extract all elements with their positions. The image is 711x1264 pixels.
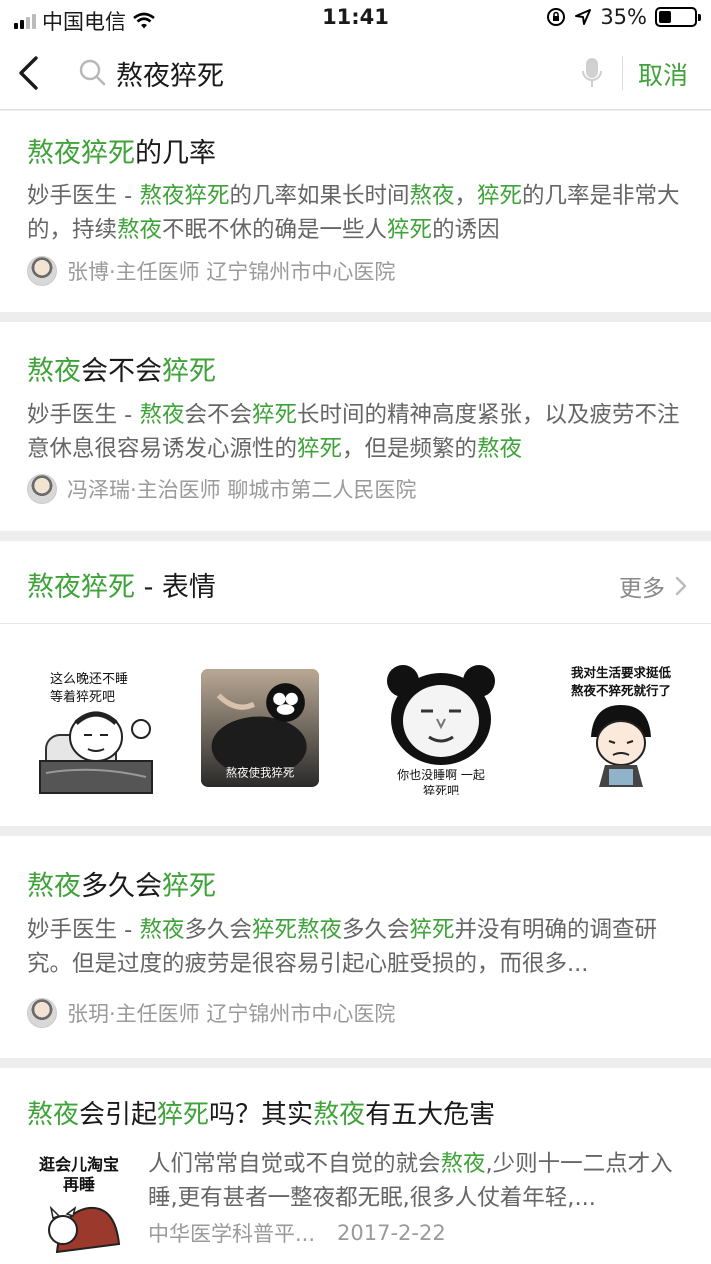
text-segment: 多久会	[184, 917, 252, 943]
header-divider	[622, 56, 623, 90]
search-icon	[79, 59, 106, 86]
text-segment: 妙手医生 -	[27, 917, 140, 943]
keyword-highlight: 熬夜	[139, 402, 185, 428]
thumbnail-caption: 逛会儿淘宝	[39, 1155, 119, 1174]
text-segment: 会不会	[81, 356, 162, 387]
result-card[interactable]: 熬夜猝死的几率 妙手医生 - 熬夜猝死的几率如果长时间熬夜，猝死的几率是非常大的…	[0, 111, 711, 312]
section-divider	[0, 623, 711, 624]
bear-sticker[interactable]: 熬夜使我猝死	[201, 661, 319, 795]
result-snippet: 妙手医生 - 熬夜猝死的几率如果长时间熬夜，猝死的几率是非常大的，持续熬夜不眠不…	[27, 179, 687, 247]
result-title[interactable]: 熬夜会不会猝死	[27, 349, 216, 388]
keyword-highlight: 猝死	[409, 917, 455, 943]
more-button[interactable]: 更多	[619, 569, 687, 603]
sticker-caption: 熬夜使我猝死	[226, 765, 295, 779]
keyword-highlight: 熬夜猝死	[139, 183, 230, 209]
keyword-highlight: 熬夜猝死	[27, 572, 135, 603]
sleeping-man-sticker[interactable]: 这么晚还不睡 等着猝死吧	[36, 661, 154, 795]
article-source: 中华医学科普平...	[148, 1222, 316, 1246]
keyword-highlight: 熬夜猝死	[27, 138, 135, 169]
text-segment: 人们常常自觉或不自觉的就会	[148, 1151, 441, 1177]
keyword-highlight: 熬夜	[477, 436, 523, 462]
status-right: 35%	[546, 5, 701, 29]
sticker-section-title: 熬夜猝死 - 表情	[27, 565, 216, 604]
keyword-highlight: 熬夜	[409, 183, 455, 209]
status-bar: 中国电信 11:41 35%	[0, 0, 711, 36]
keyword-highlight: 猝死	[297, 436, 343, 462]
result-card[interactable]: 熬夜多久会猝死 妙手医生 - 熬夜多久会猝死熬夜多久会猝死并没有明确的调查研究。…	[0, 836, 711, 1058]
result-snippet: 妙手医生 - 熬夜会不会猝死长时间的精神高度紧张，以及疲劳不注意休息很容易诱发心…	[27, 398, 687, 466]
crying-girl-sticker[interactable]: 我对生活要求挺低 熬夜不猝死就行了	[557, 661, 685, 795]
text-segment: - 表情	[135, 572, 216, 603]
sticker-caption: 你也没睡啊 一起	[397, 767, 485, 782]
thumbnail-caption: 再睡	[63, 1175, 95, 1194]
article-thumbnail: 逛会儿淘宝 再睡	[27, 1152, 131, 1256]
text-segment: 吗？其实	[209, 1100, 314, 1130]
chevron-right-icon	[675, 576, 687, 596]
text-segment: 会引起	[79, 1100, 158, 1130]
more-label: 更多	[619, 576, 665, 602]
keyword-highlight: 猝死熬夜	[251, 917, 342, 943]
article-card[interactable]: 熬夜会引起猝死吗？其实熬夜有五大危害 逛会儿淘宝 再睡 人们常常自觉或不自觉的就…	[0, 1068, 711, 1264]
result-title[interactable]: 熬夜猝死的几率	[27, 131, 216, 170]
sticker-caption: 我对生活要求挺低	[571, 665, 672, 680]
keyword-highlight: 猝死	[162, 871, 216, 902]
keyword-highlight: 熬夜	[440, 1151, 486, 1177]
text-segment: 妙手医生 -	[27, 402, 140, 428]
doctor-avatar	[27, 998, 57, 1028]
sticker-caption: 熬夜不猝死就行了	[571, 683, 671, 698]
doctor-info: 冯泽瑞·主治医师 聊城市第二人民医院	[67, 478, 417, 502]
back-chevron-icon[interactable]	[14, 54, 44, 92]
text-segment: ，但是频繁的	[342, 436, 478, 462]
panda-sticker[interactable]: 你也没睡啊 一起 猝死吧	[383, 661, 499, 795]
keyword-highlight: 猝死	[251, 402, 297, 428]
sticker-caption: 这么晚还不睡	[50, 671, 128, 687]
text-segment: 多久会	[341, 917, 410, 943]
rotation-lock-icon	[547, 8, 566, 26]
mic-icon[interactable]	[580, 56, 604, 90]
article-snippet: 人们常常自觉或不自觉的就会熬夜,少则十一二点才入睡,更有甚者一整夜都无眠,很多人…	[148, 1147, 688, 1215]
text-segment: 的诱因	[432, 217, 500, 243]
text-segment: 多久会	[81, 871, 162, 902]
result-meta: 冯泽瑞·主治医师 聊城市第二人民医院	[27, 474, 416, 504]
keyword-highlight: 熬夜	[139, 917, 185, 943]
text-segment: 不眠不休的确是一些人	[162, 217, 388, 243]
result-meta: 张博·主任医师 辽宁锦州市中心医院	[27, 256, 395, 286]
battery-percent: 35%	[600, 5, 647, 29]
text-segment: 有五大危害	[365, 1100, 496, 1130]
article-date: 2017-2-22	[337, 1221, 446, 1245]
sticker-caption: 等着猝死吧	[50, 689, 115, 705]
keyword-highlight: 猝死	[157, 1100, 210, 1130]
result-snippet: 妙手医生 - 熬夜多久会猝死熬夜多久会猝死并没有明确的调查研究。但是过度的疲劳是…	[27, 913, 687, 981]
keyword-highlight: 猝死	[162, 356, 216, 387]
location-icon	[575, 9, 592, 25]
text-segment: 的几率如果长时间	[229, 183, 410, 209]
doctor-info: 张博·主任医师 辽宁锦州市中心医院	[67, 260, 396, 284]
doctor-avatar	[27, 474, 57, 504]
search-input[interactable]: 熬夜猝死	[116, 54, 224, 93]
result-card[interactable]: 熬夜会不会猝死 妙手医生 - 熬夜会不会猝死长时间的精神高度紧张，以及疲劳不注意…	[0, 322, 711, 531]
keyword-highlight: 熬夜	[313, 1100, 366, 1130]
keyword-highlight: 熬夜	[117, 217, 163, 243]
cancel-button[interactable]: 取消	[638, 56, 688, 92]
result-title[interactable]: 熬夜多久会猝死	[27, 864, 216, 903]
sticker-card: 熬夜猝死 - 表情 更多 这么晚还不睡 等着猝死吧 熬夜使我猝死 你也没睡啊 一…	[0, 541, 711, 826]
keyword-highlight: 熬夜	[27, 356, 81, 387]
sticker-caption: 猝死吧	[423, 784, 459, 795]
text-segment: 的几率	[135, 138, 216, 169]
keyword-highlight: 猝死	[387, 217, 433, 243]
search-header: 熬夜猝死 取消	[0, 36, 711, 110]
text-segment: ，	[454, 183, 477, 209]
text-segment: 会不会	[184, 402, 252, 428]
doctor-avatar	[27, 256, 57, 286]
text-segment: 妙手医生 -	[27, 183, 140, 209]
doctor-info: 张玥·主任医师 辽宁锦州市中心医院	[67, 1002, 396, 1026]
keyword-highlight: 熬夜	[27, 871, 81, 902]
keyword-highlight: 熬夜	[27, 1100, 80, 1130]
battery-icon	[655, 7, 701, 27]
article-title[interactable]: 熬夜会引起猝死吗？其实熬夜有五大危害	[27, 1094, 495, 1131]
result-meta: 张玥·主任医师 辽宁锦州市中心医院	[27, 998, 395, 1028]
keyword-highlight: 猝死	[477, 183, 523, 209]
article-meta: 中华医学科普平... 2017-2-22	[148, 1218, 446, 1248]
